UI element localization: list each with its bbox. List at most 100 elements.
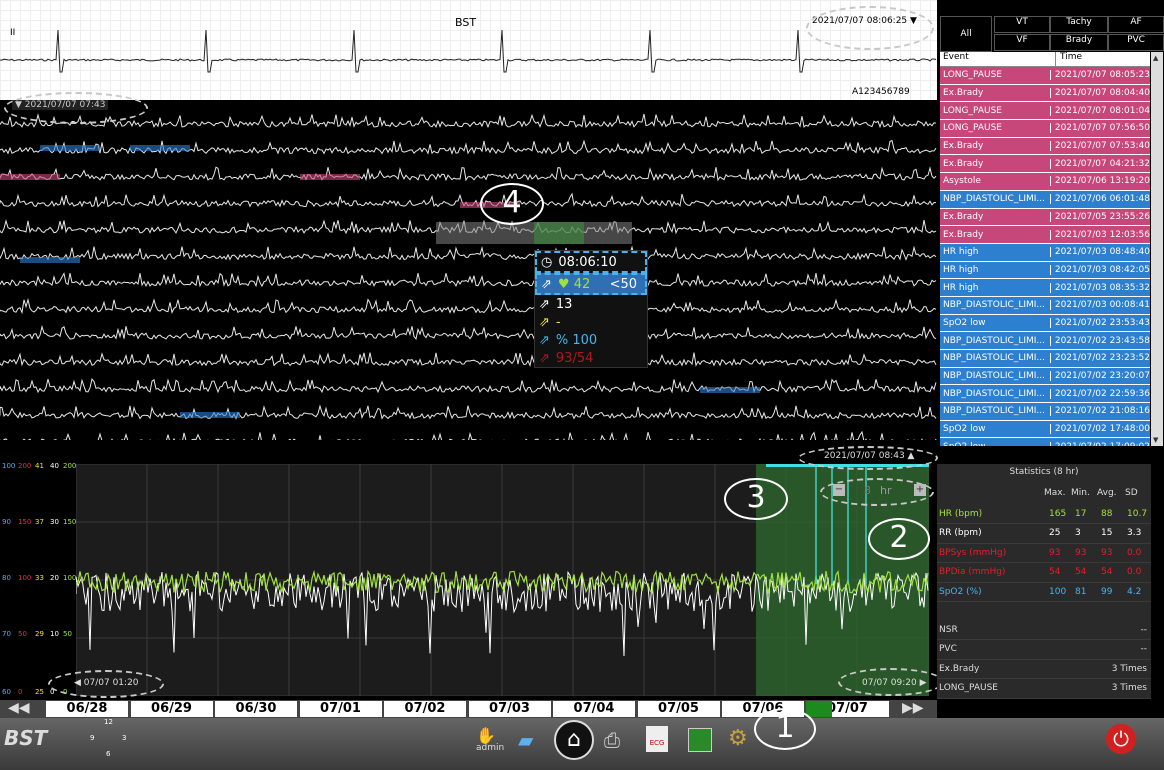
date-cell[interactable]: 06/30 xyxy=(215,701,297,717)
event-time: 2021/07/05 23:55:26 xyxy=(1054,211,1150,222)
event-name: NBP_DIASTOLIC_LIMI... xyxy=(940,371,1051,382)
rhythm-label: NSR xyxy=(939,624,958,635)
event-row[interactable]: Ex.Brady 2021/07/07 07:53:40 xyxy=(940,137,1150,156)
statistics-value: 3.3 xyxy=(1127,528,1142,539)
compressed-trace-line xyxy=(0,297,937,315)
ecg-export-icon[interactable]: ECG xyxy=(646,726,668,752)
event-row[interactable]: NBP_DIASTOLIC_LIMI... 2021/07/06 06:01:48 xyxy=(940,190,1150,209)
date-cell[interactable]: 07/04 xyxy=(553,701,635,717)
event-row[interactable]: SpO2 low 2021/07/02 23:53:43 xyxy=(940,314,1150,333)
trend-chart[interactable] xyxy=(76,464,929,696)
axis-tick-label: 10 xyxy=(50,630,59,638)
event-time: 2021/07/02 22:59:36 xyxy=(1054,388,1150,399)
event-time: 2021/07/02 23:23:52 xyxy=(1054,353,1150,364)
event-highlight-segment xyxy=(300,174,360,180)
event-row[interactable]: Ex.Brady 2021/07/05 23:55:26 xyxy=(940,208,1150,227)
spo2-icon: ⇗ xyxy=(539,332,550,348)
axis-tick-label: 30 xyxy=(50,518,59,526)
event-name: LONG_PAUSE xyxy=(940,70,1051,81)
date-cell[interactable]: 07/05 xyxy=(637,701,720,717)
popup-time-row: ◷ 08:06:10 xyxy=(535,251,647,273)
rhythm-count: 3 Times xyxy=(1111,683,1147,694)
event-row[interactable]: NBP_DIASTOLIC_LIMI... 2021/07/02 23:20:07 xyxy=(940,367,1150,386)
filter-all-button[interactable]: All xyxy=(940,16,992,52)
event-row[interactable]: SpO2 low2021/07/02 17:09:02 xyxy=(940,438,1150,446)
event-row[interactable]: Ex.Brady 2021/07/03 12:03:56 xyxy=(940,226,1150,244)
compressed-ecg[interactable] xyxy=(0,100,937,440)
event-row[interactable]: Ex.Brady 2021/07/07 08:04:40 xyxy=(940,84,1150,103)
popup-spo2-row: ⇗ % 100 xyxy=(535,331,647,349)
callout-1: 1 xyxy=(754,708,816,750)
axis-tick-label: 100 xyxy=(18,574,32,582)
filter-vf-button[interactable]: VF xyxy=(994,34,1050,51)
compressed-trace-line xyxy=(0,166,937,182)
event-row[interactable]: NBP_DIASTOLIC_LIMI... 2021/07/02 22:59:36 xyxy=(940,385,1150,404)
zoom-out-button[interactable]: − xyxy=(833,484,845,496)
trend-end-highlight xyxy=(838,668,944,696)
rhythm-row: LONG_PAUSE 3 Times xyxy=(937,679,1151,699)
event-row[interactable]: Asystole 2021/07/06 13:19:20 xyxy=(940,173,1150,191)
home-icon[interactable]: ⌂ xyxy=(554,720,594,760)
statistics-value: 93 xyxy=(1101,547,1113,558)
rhythm-label: Ex.Brady xyxy=(939,663,980,674)
axis-tick-label: 50 xyxy=(63,630,72,638)
admin-label: admin xyxy=(476,743,505,753)
event-column-header[interactable]: Event xyxy=(940,52,1056,66)
statistics-value: 10.7 xyxy=(1127,508,1148,519)
filter-vt-button[interactable]: VT xyxy=(994,16,1050,33)
event-name: NBP_DIASTOLIC_LIMI... xyxy=(940,300,1051,311)
date-cell[interactable]: 07/02 xyxy=(384,701,466,717)
event-time: 2021/07/02 23:53:43 xyxy=(1054,317,1150,328)
compressed-trace-line xyxy=(0,245,937,261)
prev-page-icon[interactable]: ◀◀ xyxy=(8,700,30,716)
popup-hr-row: ⇗ ♥ 42 <50 xyxy=(535,273,647,295)
scroll-up-icon[interactable]: ▲ xyxy=(1153,54,1158,62)
event-row[interactable]: HR high 2021/07/03 08:48:40 xyxy=(940,243,1150,262)
filter-pvc-button[interactable]: PVC xyxy=(1108,34,1164,51)
callout-4: 4 xyxy=(480,183,544,225)
axis-tick-label: 25 xyxy=(35,688,44,696)
zoom-in-button[interactable]: + xyxy=(914,484,926,496)
event-row[interactable]: LONG_PAUSE 2021/07/07 07:56:50 xyxy=(940,120,1150,138)
date-cell[interactable]: 07/03 xyxy=(468,701,551,717)
event-row[interactable]: SpO2 low 2021/07/02 17:48:00 xyxy=(940,420,1150,439)
rhythm-count: -- xyxy=(1140,644,1148,655)
event-row[interactable]: LONG_PAUSE 2021/07/07 08:05:23 xyxy=(940,67,1150,85)
event-time: 2021/07/02 23:20:07 xyxy=(1054,371,1150,382)
power-icon[interactable]: ⏻ xyxy=(1106,724,1136,754)
event-row[interactable]: NBP_DIASTOLIC_LIMI... 2021/07/02 21:08:16 xyxy=(940,403,1150,421)
date-cell[interactable]: 06/29 xyxy=(130,701,213,717)
statistics-value: 0.0 xyxy=(1127,567,1142,578)
settings-gear-icon[interactable]: ⚙ xyxy=(728,726,748,751)
event-row[interactable]: HR high 2021/07/03 08:35:32 xyxy=(940,279,1150,297)
event-row[interactable]: LONG_PAUSE 2021/07/07 08:01:04 xyxy=(940,102,1150,121)
event-table[interactable]: Event Time LONG_PAUSE 2021/07/07 08:05:23… xyxy=(940,52,1150,446)
filter-tachy-button[interactable]: Tachy xyxy=(1050,16,1108,33)
event-row[interactable]: NBP_DIASTOLIC_LIMI... 2021/07/02 23:43:58 xyxy=(940,332,1150,350)
filter-brady-button[interactable]: Brady xyxy=(1050,34,1108,51)
event-row[interactable]: NBP_DIASTOLIC_LIMI... 2021/07/02 23:23:52 xyxy=(940,350,1150,368)
scroll-down-icon[interactable]: ▼ xyxy=(1153,436,1158,444)
next-page-icon[interactable]: ▶▶ xyxy=(902,700,924,716)
printer-icon[interactable]: ⎙ xyxy=(604,728,620,752)
trend-report-icon[interactable] xyxy=(688,728,712,752)
event-row[interactable]: HR high 2021/07/03 08:42:05 xyxy=(940,261,1150,280)
event-row[interactable]: Ex.Brady 2021/07/07 04:21:32 xyxy=(940,155,1150,174)
event-name: SpO2 low xyxy=(940,317,1051,328)
event-scrollbar[interactable]: ▲ ▼ xyxy=(1151,52,1163,446)
event-row[interactable]: NBP_DIASTOLIC_LIMI... 2021/07/03 00:08:41 xyxy=(940,296,1150,315)
event-time: 2021/07/02 17:09:02 xyxy=(1051,442,1150,446)
filter-af-button[interactable]: AF xyxy=(1108,16,1164,33)
event-name: NBP_DIASTOLIC_LIMI... xyxy=(940,194,1051,205)
current-range-indicator[interactable] xyxy=(806,701,832,717)
selection-cursor[interactable] xyxy=(534,222,584,244)
event-time: 2021/07/02 23:43:58 xyxy=(1054,335,1150,346)
trend-start-highlight xyxy=(48,670,164,698)
time-column-header[interactable]: Time xyxy=(1056,52,1082,66)
date-cell[interactable]: 06/28 xyxy=(46,701,128,717)
event-highlight-segment xyxy=(700,387,760,393)
event-name: Ex.Brady xyxy=(940,141,1051,152)
date-cell[interactable]: 07/01 xyxy=(299,701,382,717)
notebook-icon[interactable]: ▰ xyxy=(518,728,533,752)
axis-tick-label: 90 xyxy=(2,518,11,526)
